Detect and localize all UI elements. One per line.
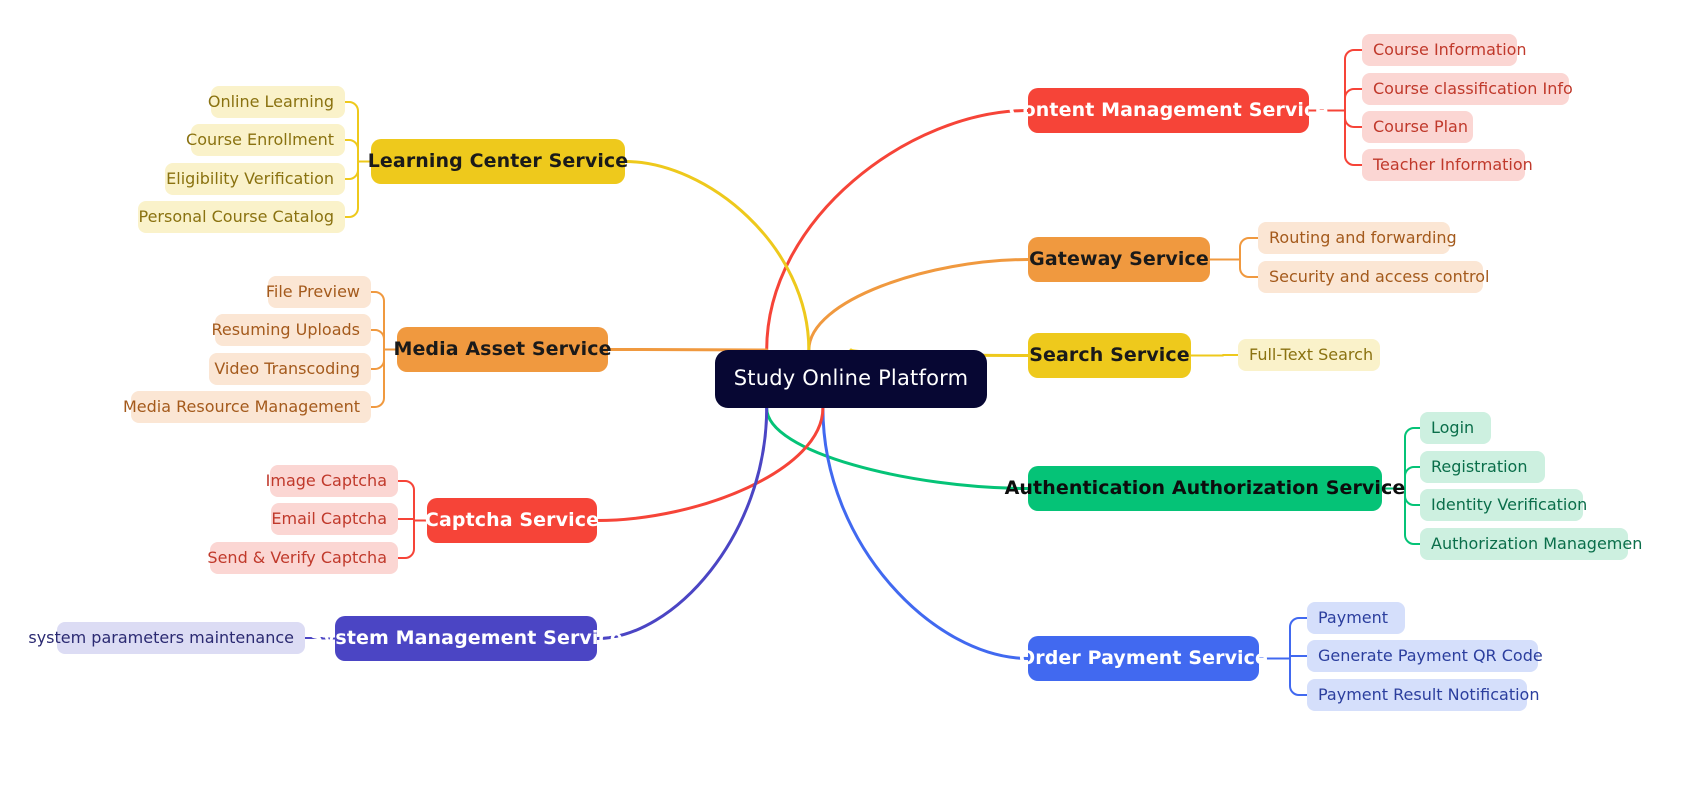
leaf-node-routing-and-forwarding[interactable]: Routing and forwarding: [1258, 222, 1457, 254]
leaf-node-media-resource-management[interactable]: Media Resource Management: [123, 391, 371, 423]
branch-node-authentication-authorization-service[interactable]: Authentication Authorization Service: [1005, 466, 1405, 511]
leaf-node-personal-course-catalog[interactable]: Personal Course Catalog: [138, 201, 345, 233]
leaf-node-registration[interactable]: Registration: [1420, 451, 1545, 483]
leaf-node-full-text-search[interactable]: Full-Text Search: [1238, 339, 1380, 371]
leaf-node-course-enrollment[interactable]: Course Enrollment: [186, 124, 345, 156]
leaf-node-email-captcha[interactable]: Email Captcha: [271, 503, 398, 535]
leaf-node-authorization-managemen[interactable]: Authorization Managemen: [1420, 528, 1642, 560]
leaf-node-identity-verification[interactable]: Identity Verification: [1420, 489, 1587, 521]
leaf-node-course-plan[interactable]: Course Plan: [1362, 111, 1473, 143]
leaf-node-resuming-uploads[interactable]: Resuming Uploads: [211, 314, 371, 346]
branch-node-media-asset-service[interactable]: Media Asset Service: [393, 327, 611, 372]
branch-node-system-management-service[interactable]: System Management Service: [309, 616, 623, 661]
mindmap-canvas: Study Online Platform Content Management …: [0, 0, 1703, 787]
leaf-node-teacher-information[interactable]: Teacher Information: [1362, 149, 1533, 181]
leaf-node-eligibility-verification[interactable]: Eligibility Verification: [165, 163, 345, 195]
branch-node-learning-center-service[interactable]: Learning Center Service: [368, 139, 628, 184]
leaf-node-security-and-access-control[interactable]: Security and access control: [1258, 261, 1489, 293]
leaf-node-online-learning[interactable]: Online Learning: [208, 86, 345, 118]
leaf-node-course-information[interactable]: Course Information: [1362, 34, 1527, 66]
leaf-node-video-transcoding[interactable]: Video Transcoding: [209, 353, 371, 385]
branch-node-gateway-service[interactable]: Gateway Service: [1028, 237, 1210, 282]
branch-node-content-management-service[interactable]: Content Management Service: [1009, 88, 1328, 133]
leaf-node-generate-payment-qr-code[interactable]: Generate Payment QR Code: [1307, 640, 1543, 672]
branch-node-order-payment-service[interactable]: Order Payment Service: [1019, 636, 1268, 681]
leaf-node-image-captcha[interactable]: Image Captcha: [266, 465, 398, 497]
leaf-node-login[interactable]: Login: [1420, 412, 1491, 444]
root-node[interactable]: Study Online Platform: [715, 350, 987, 408]
leaf-node-payment-result-notification[interactable]: Payment Result Notification: [1307, 679, 1539, 711]
branch-node-search-service[interactable]: Search Service: [1028, 333, 1191, 378]
leaf-node-system-parameters-maintenance[interactable]: system parameters maintenance: [28, 622, 305, 654]
leaf-node-course-classification-info[interactable]: Course classification Info: [1362, 73, 1573, 105]
leaf-node-file-preview[interactable]: File Preview: [266, 276, 371, 308]
leaf-node-send-verify-captcha[interactable]: Send & Verify Captcha: [207, 542, 398, 574]
leaf-node-payment[interactable]: Payment: [1307, 602, 1405, 634]
branch-node-captcha-service[interactable]: Captcha Service: [425, 498, 599, 543]
